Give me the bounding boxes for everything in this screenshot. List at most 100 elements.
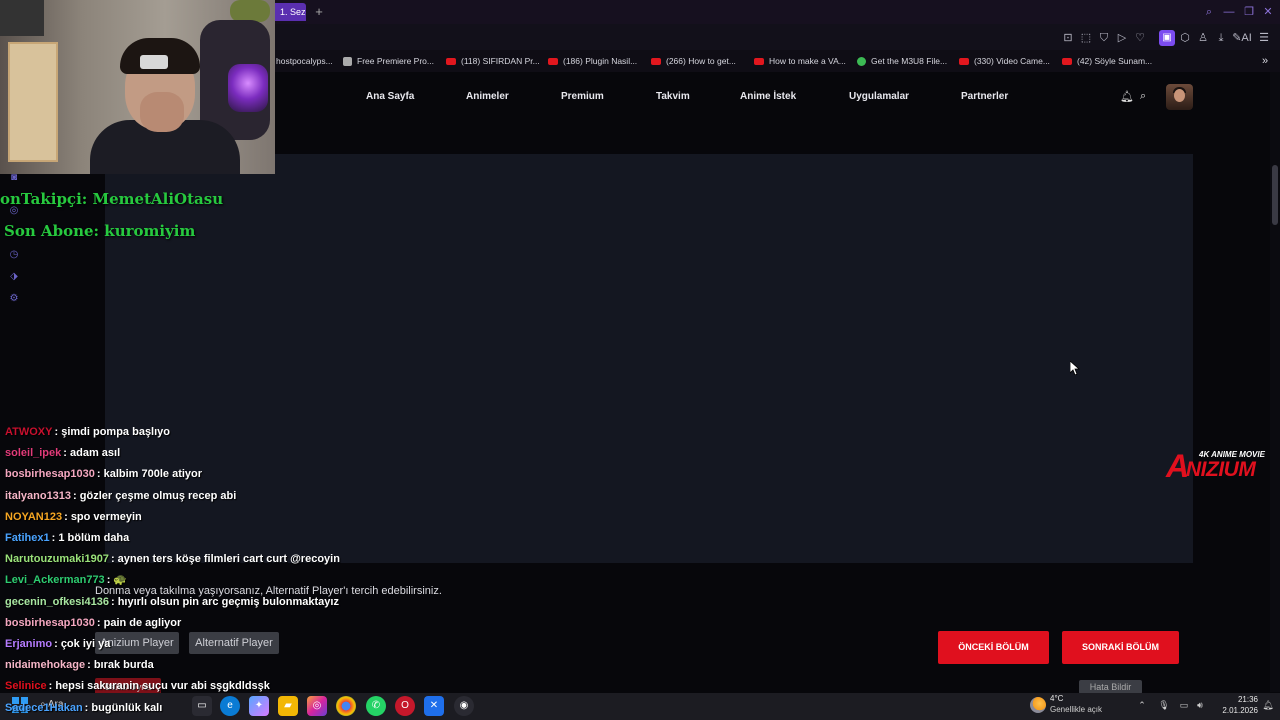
nav-animeler[interactable]: Animeler bbox=[466, 90, 509, 104]
chat-username: Levi_Ackerman773 bbox=[5, 574, 105, 586]
youtube-icon bbox=[548, 57, 558, 65]
weather-widget[interactable]: 4°C Genellikle açık bbox=[1030, 694, 1120, 718]
display-icon[interactable]: ▭ bbox=[1178, 699, 1190, 711]
youtube-icon bbox=[754, 57, 764, 65]
puzzle-icon[interactable]: ⬡ bbox=[1177, 30, 1193, 46]
bookmark-label: (330) Video Came... bbox=[974, 56, 1050, 66]
chat-separator: : bbox=[96, 468, 104, 480]
clock-date: 2.01.2026 bbox=[1222, 706, 1258, 715]
bookmark-item[interactable]: (330) Video Came... bbox=[959, 50, 1050, 72]
microphone-icon[interactable]: 🎙︎ bbox=[1158, 699, 1170, 711]
ai-label: AI bbox=[1241, 32, 1252, 44]
extension-active-icon[interactable]: ▣ bbox=[1159, 30, 1175, 46]
file-explorer-icon[interactable]: ▰ bbox=[278, 696, 298, 716]
clock[interactable]: 21:36 2.01.2026 bbox=[1222, 694, 1258, 718]
bookmark-item[interactable]: (118) SIFIRDAN Pr... bbox=[446, 50, 540, 72]
chat-message: Fatihex1: 1 bölüm daha bbox=[5, 529, 129, 547]
chat-username: Fatihex1 bbox=[5, 532, 50, 544]
chat-separator: : bbox=[63, 447, 70, 459]
next-episode-button[interactable]: SONRAKİ BÖLÜM bbox=[1062, 631, 1179, 664]
new-tab-button[interactable]: + bbox=[312, 3, 326, 21]
bookmark-label: (42) Söyle Sunam... bbox=[1077, 56, 1153, 66]
nav-uygulamalar[interactable]: Uygulamalar bbox=[849, 90, 909, 104]
green-site-icon bbox=[857, 56, 866, 66]
search-icon[interactable]: ⌕ bbox=[1140, 90, 1154, 104]
page-icon bbox=[343, 56, 352, 66]
logo-wordmark: NIZIUM bbox=[1186, 458, 1256, 481]
obs-icon[interactable]: ◉ bbox=[454, 696, 474, 716]
heart-icon[interactable]: ♡ bbox=[1132, 30, 1148, 46]
report-button[interactable]: Hata Bildir bbox=[1079, 680, 1142, 694]
bookmark-item[interactable]: Get the M3U8 File... bbox=[857, 50, 947, 72]
chat-username: italyano1313 bbox=[5, 490, 72, 502]
edge-icon[interactable]: e bbox=[220, 696, 240, 716]
bookmark-icon[interactable]: ⊡ bbox=[1060, 30, 1076, 46]
bookmark-item[interactable]: Free Premiere Pro... bbox=[343, 50, 434, 72]
bookmark-label: (186) Plugin Nasil... bbox=[563, 56, 638, 66]
last-sub-text: Son Abone: kuromiyim bbox=[4, 222, 196, 240]
alternatif-player-button[interactable]: Alternatif Player bbox=[189, 632, 279, 654]
bookmarks-more-icon[interactable]: » bbox=[1262, 50, 1268, 72]
chat-username: Erjanimo bbox=[5, 638, 53, 650]
menu-icon[interactable]: ☰ bbox=[1256, 30, 1272, 46]
nav-ana-sayfa[interactable]: Ana Sayfa bbox=[366, 90, 414, 104]
sidebar-icon: ◎ bbox=[9, 205, 19, 216]
chat-username: NOYAN123 bbox=[5, 511, 63, 523]
whatsapp-icon[interactable]: ✆ bbox=[366, 696, 386, 716]
chat-separator: : bbox=[96, 617, 104, 629]
account-icon[interactable]: ♙ bbox=[1195, 30, 1211, 46]
chat-text: gözler çeşme olmuş recep abi bbox=[79, 490, 237, 502]
avatar[interactable] bbox=[1166, 84, 1193, 110]
anizium-logo: A 4K ANIME MOVIE NIZIUM bbox=[1166, 446, 1276, 486]
bookmark-item[interactable]: How to make a VA... bbox=[754, 50, 846, 72]
close-icon[interactable]: ✕ bbox=[1259, 4, 1277, 20]
instagram-icon[interactable]: ◎ bbox=[307, 696, 327, 716]
volume-icon[interactable]: 🔊︎ bbox=[1194, 699, 1206, 711]
maximize-icon[interactable]: ❐ bbox=[1240, 4, 1258, 20]
tab-active[interactable]: 1. Sezon bbox=[272, 3, 306, 21]
chat-text: pain de agliyor bbox=[103, 617, 182, 629]
download-icon[interactable]: ⤓ bbox=[1213, 30, 1229, 46]
nav-partnerler[interactable]: Partnerler bbox=[961, 90, 1008, 104]
share-icon: ⬗ bbox=[10, 271, 18, 282]
chat-username: gecenin_ofkesi4136 bbox=[5, 596, 109, 608]
chat-text: hepsi sakuranin suçu vur abi sşgkdldsşk bbox=[55, 680, 270, 692]
bookmark-item[interactable]: (186) Plugin Nasil... bbox=[548, 50, 637, 72]
scrollbar-thumb[interactable] bbox=[1272, 165, 1278, 225]
notification-icon[interactable]: 🔔︎ bbox=[1262, 699, 1274, 711]
task-view-icon[interactable]: ▭ bbox=[192, 696, 212, 716]
last-follower-text: onTakipçi: MemetAliOtasu bbox=[0, 190, 224, 208]
youtube-icon bbox=[651, 57, 661, 65]
bookmark-item[interactable]: hostpocalyps... bbox=[276, 50, 333, 72]
chat-text: şimdi pompa başlıyo bbox=[61, 426, 171, 438]
prev-episode-button[interactable]: ÖNCEKİ BÖLÜM bbox=[938, 631, 1049, 664]
search-tabs-icon[interactable]: ⌕ bbox=[1200, 4, 1218, 20]
opera-icon[interactable]: O bbox=[395, 696, 415, 716]
screenshot-icon[interactable]: ⬚ bbox=[1078, 30, 1094, 46]
chat-message: italyano1313: gözler çeşme olmuş recep a… bbox=[5, 487, 236, 505]
chat-message: Erjanimo: çok iyi ya bbox=[5, 635, 110, 653]
nav-takvim[interactable]: Takvim bbox=[656, 90, 690, 104]
ai-icon[interactable]: ✎AI bbox=[1231, 30, 1253, 46]
bookmark-item[interactable]: (266) How to get... bbox=[651, 50, 736, 72]
shield-icon[interactable]: ⛉ bbox=[1096, 30, 1112, 46]
copilot-icon[interactable]: ✦ bbox=[249, 696, 269, 716]
play-icon[interactable]: ▷ bbox=[1114, 30, 1130, 46]
weather-sun-icon bbox=[1030, 697, 1046, 713]
chat-text: kalbim 700le atiyor bbox=[103, 468, 203, 480]
chrome-icon[interactable] bbox=[336, 696, 356, 716]
video-player[interactable] bbox=[105, 154, 1193, 563]
bookmark-item[interactable]: (42) Söyle Sunam... bbox=[1062, 50, 1152, 72]
minimize-icon[interactable]: — bbox=[1220, 4, 1238, 20]
tray-chevron-icon[interactable]: ⌃ bbox=[1136, 699, 1148, 711]
nav-premium[interactable]: Premium bbox=[561, 90, 604, 104]
app-icon[interactable]: ✕ bbox=[424, 696, 444, 716]
notification-bell-icon[interactable]: 🔔︎ bbox=[1120, 90, 1134, 104]
chat-text: adam asıl bbox=[70, 447, 121, 459]
chat-message: NOYAN123: spo vermeyin bbox=[5, 508, 142, 526]
youtube-icon bbox=[446, 57, 456, 65]
nav-anime-istek[interactable]: Anime İstek bbox=[740, 90, 796, 104]
chat-separator: : bbox=[73, 490, 80, 502]
settings-icon: ⚙ bbox=[9, 293, 19, 304]
chat-text: 🐢 bbox=[113, 574, 128, 586]
